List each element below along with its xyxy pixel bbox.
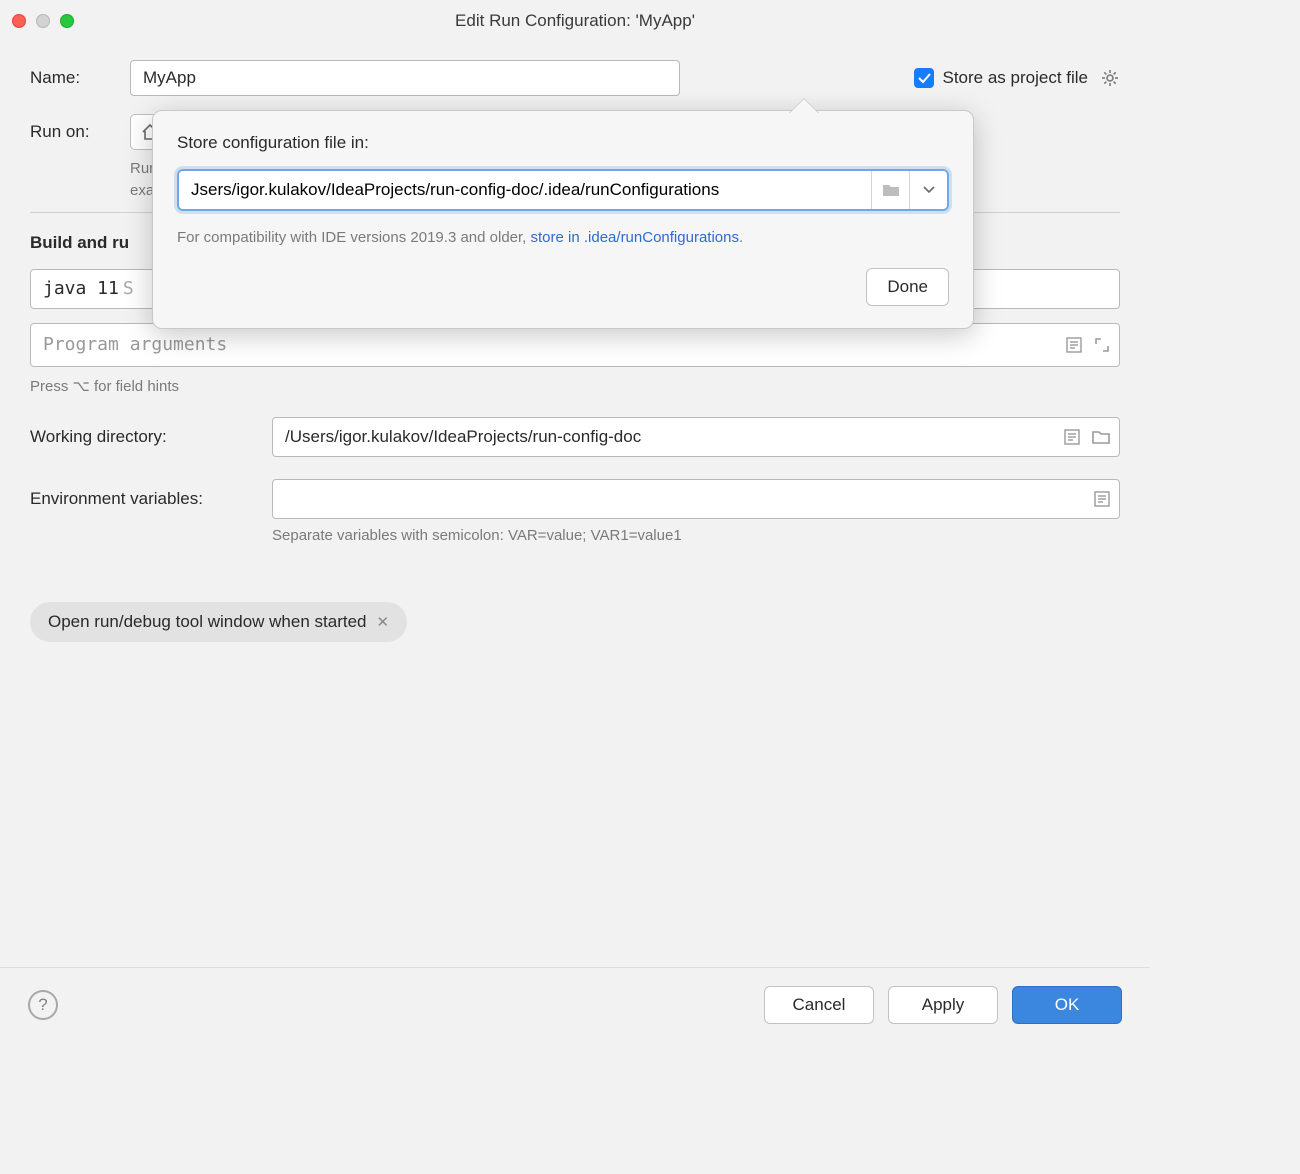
working-directory-label: Working directory: xyxy=(30,427,272,447)
environment-variables-hint: Separate variables with semicolon: VAR=v… xyxy=(272,527,1120,544)
name-row: Name: Store as project file xyxy=(30,60,1120,96)
option-chip-open-tool-window[interactable]: Open run/debug tool window when started … xyxy=(30,602,407,642)
store-as-project-file-label: Store as project file xyxy=(942,68,1088,88)
dialog-button-bar: ? Cancel Apply OK xyxy=(0,967,1150,1041)
help-button[interactable]: ? xyxy=(28,990,58,1020)
popover-button-row: Done xyxy=(177,268,949,306)
working-directory-row: Working directory: /Users/igor.kulakov/I… xyxy=(30,417,1120,457)
cancel-button[interactable]: Cancel xyxy=(764,986,874,1024)
store-as-project-file-checkbox[interactable] xyxy=(914,68,934,88)
compat-link[interactable]: store in .idea/runConfigurations xyxy=(531,229,739,246)
compat-suffix: . xyxy=(739,229,743,246)
expand-icon[interactable] xyxy=(1093,336,1111,354)
remove-chip-icon[interactable]: ✕ xyxy=(376,613,389,631)
browse-folder-icon[interactable] xyxy=(1091,428,1111,446)
name-label: Name: xyxy=(30,68,130,88)
ok-button[interactable]: OK xyxy=(1012,986,1122,1024)
path-dropdown-button[interactable] xyxy=(909,171,947,209)
environment-variables-row: Environment variables: xyxy=(30,479,1120,519)
gear-icon[interactable] xyxy=(1100,68,1120,88)
working-directory-icons xyxy=(1063,428,1111,446)
compat-prefix: For compatibility with IDE versions 2019… xyxy=(177,229,531,246)
working-directory-input[interactable]: /Users/igor.kulakov/IdeaProjects/run-con… xyxy=(272,417,1120,457)
working-directory-value: /Users/igor.kulakov/IdeaProjects/run-con… xyxy=(285,427,1107,447)
edit-list-icon[interactable] xyxy=(1093,490,1111,508)
store-as-project-file-group: Store as project file xyxy=(914,68,1120,88)
compat-hint: For compatibility with IDE versions 2019… xyxy=(177,229,949,246)
environment-variables-input[interactable] xyxy=(272,479,1120,519)
jdk-value: java 11 xyxy=(43,278,119,299)
done-button[interactable]: Done xyxy=(866,268,949,306)
insert-macros-icon[interactable] xyxy=(1065,336,1083,354)
popover-heading: Store configuration file in: xyxy=(177,133,949,153)
config-path-field xyxy=(177,169,949,211)
program-arguments-placeholder: Program arguments xyxy=(43,334,227,355)
browse-folder-icon[interactable] xyxy=(871,171,909,209)
jdk-suffix: S xyxy=(123,278,134,299)
titlebar: Edit Run Configuration: 'MyApp' xyxy=(0,0,1150,42)
environment-variables-icons xyxy=(1093,490,1111,508)
program-arguments-icons xyxy=(1065,336,1111,354)
run-on-label: Run on: xyxy=(30,122,130,142)
config-path-input[interactable] xyxy=(179,171,871,209)
program-arguments-input[interactable]: Program arguments xyxy=(30,323,1120,367)
name-input[interactable] xyxy=(130,60,680,96)
apply-button[interactable]: Apply xyxy=(888,986,998,1024)
option-chip-label: Open run/debug tool window when started xyxy=(48,612,366,632)
window-title: Edit Run Configuration: 'MyApp' xyxy=(0,11,1150,31)
chevron-down-icon xyxy=(923,186,935,194)
field-hints-text: Press ⌥ for field hints xyxy=(30,377,1120,395)
environment-variables-label: Environment variables: xyxy=(30,489,272,509)
insert-macros-icon[interactable] xyxy=(1063,428,1081,446)
store-config-popover: Store configuration file in: For compati… xyxy=(152,110,974,329)
checkmark-icon xyxy=(918,73,931,84)
